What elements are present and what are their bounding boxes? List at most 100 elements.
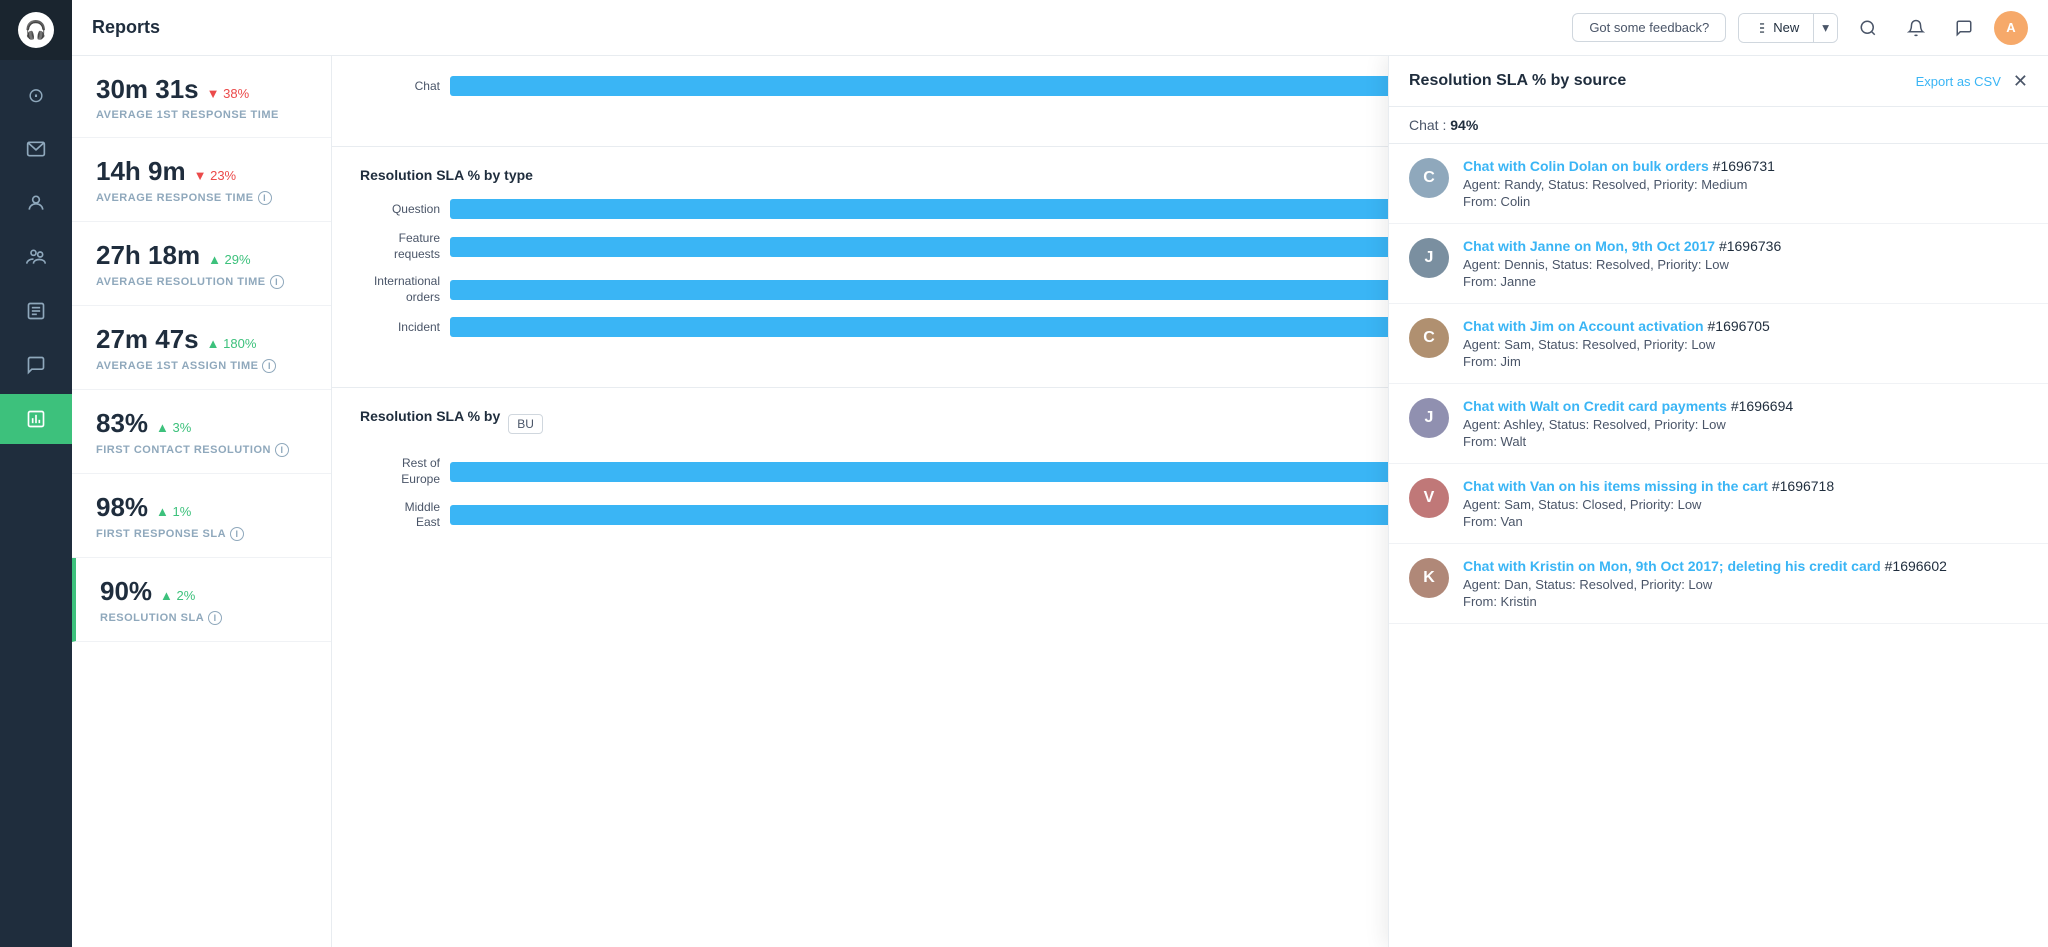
metric-change-4: ▲ 180%: [207, 336, 257, 351]
export-csv-button[interactable]: Export as CSV: [1916, 74, 2001, 89]
new-dropdown-button[interactable]: ▾: [1813, 14, 1837, 42]
chart-label-international: Internationalorders: [360, 274, 440, 305]
user-avatar[interactable]: A: [1994, 11, 2028, 45]
chat-info-4: Chat with Walt on Credit card payments #…: [1463, 398, 2028, 449]
chat-link-3[interactable]: Chat with Jim on Account activation: [1463, 318, 1704, 334]
chat-avatar-3: C: [1409, 318, 1449, 358]
metric-value-7: 90%: [100, 576, 152, 607]
chat-link-2[interactable]: Chat with Janne on Mon, 9th Oct 2017: [1463, 238, 1715, 254]
knowledge-icon: [26, 301, 46, 321]
contacts-icon: [26, 193, 46, 213]
chat-title-3: Chat with Jim on Account activation #169…: [1463, 318, 2028, 334]
chat-meta-4: Agent: Ashley, Status: Resolved, Priorit…: [1463, 417, 2028, 432]
new-btn-group: New ▾: [1738, 13, 1838, 43]
metric-avg-first-response: 30m 31s ▼ 38% AVERAGE 1ST RESPONSE TIME: [72, 56, 331, 138]
metric-avg-resolution: 27h 18m ▲ 29% AVERAGE RESOLUTION TIME i: [72, 222, 331, 306]
reports-icon: [26, 409, 46, 429]
feedback-button[interactable]: Got some feedback?: [1572, 13, 1726, 42]
chart-label-chat: Chat: [360, 79, 440, 93]
sidebar-item-reports[interactable]: [0, 394, 72, 444]
metric-change-5: ▲ 3%: [156, 420, 191, 435]
sidebar-item-contacts[interactable]: [0, 178, 72, 228]
chart-label-rest-europe: Rest ofEurope: [360, 456, 440, 487]
chat-from-5: From: Van: [1463, 514, 2028, 529]
info-icon-6: i: [230, 527, 244, 541]
metric-label-1: AVERAGE 1ST RESPONSE TIME: [96, 109, 307, 121]
chat-title-6: Chat with Kristin on Mon, 9th Oct 2017; …: [1463, 558, 2028, 574]
chat-item-3[interactable]: C Chat with Jim on Account activation #1…: [1389, 304, 2048, 384]
overlay-title: Resolution SLA % by source: [1409, 72, 1904, 90]
chat-item-6[interactable]: K Chat with Kristin on Mon, 9th Oct 2017…: [1389, 544, 2048, 624]
chart-title-bu: Resolution SLA % by: [360, 408, 500, 424]
overlay-subtitle: Chat : 94%: [1389, 107, 2048, 144]
metric-change-7: ▲ 2%: [160, 588, 195, 603]
new-button[interactable]: New: [1739, 14, 1813, 42]
chat-from-2: From: Janne: [1463, 274, 2028, 289]
chat-item-2[interactable]: J Chat with Janne on Mon, 9th Oct 2017 #…: [1389, 224, 2048, 304]
metric-value-6: 98%: [96, 492, 148, 523]
metric-value-1: 30m 31s: [96, 74, 199, 105]
bu-filter-badge[interactable]: BU: [508, 414, 543, 434]
search-button[interactable]: [1850, 10, 1886, 46]
chart-label-question: Question: [360, 202, 440, 216]
chat-from-3: From: Jim: [1463, 354, 2028, 369]
info-icon-2: i: [258, 191, 272, 205]
chat-from-4: From: Walt: [1463, 434, 2028, 449]
chat-ticket-6: #1696602: [1885, 558, 1947, 574]
compose-icon: [1753, 21, 1767, 35]
inbox-icon: [26, 139, 46, 159]
sidebar-item-home[interactable]: ⊙: [0, 70, 72, 120]
chat-meta-6: Agent: Dan, Status: Resolved, Priority: …: [1463, 577, 2028, 592]
chat-link-4[interactable]: Chat with Walt on Credit card payments: [1463, 398, 1727, 414]
chat-ticket-4: #1696694: [1731, 398, 1793, 414]
metric-label-3: AVERAGE RESOLUTION TIME i: [96, 275, 307, 289]
chat-item-1[interactable]: C Chat with Colin Dolan on bulk orders #…: [1389, 144, 2048, 224]
chat-meta-3: Agent: Sam, Status: Resolved, Priority: …: [1463, 337, 2028, 352]
info-icon-7: i: [208, 611, 222, 625]
sidebar-item-chat[interactable]: [0, 340, 72, 390]
metric-change-2: ▼ 23%: [194, 168, 237, 183]
overlay-panel: Resolution SLA % by source Export as CSV…: [1388, 56, 2048, 947]
metric-value-4: 27m 47s: [96, 324, 199, 355]
logo-icon: 🎧: [18, 12, 54, 48]
chat-from-1: From: Colin: [1463, 194, 2028, 209]
chat-link-5[interactable]: Chat with Van on his items missing in th…: [1463, 478, 1768, 494]
sidebar-logo[interactable]: 🎧: [0, 0, 72, 60]
chat-title-4: Chat with Walt on Credit card payments #…: [1463, 398, 2028, 414]
content-area: 30m 31s ▼ 38% AVERAGE 1ST RESPONSE TIME …: [72, 56, 2048, 947]
sidebar-item-knowledge[interactable]: [0, 286, 72, 336]
chat-link-6[interactable]: Chat with Kristin on Mon, 9th Oct 2017; …: [1463, 558, 1881, 574]
chat-info-2: Chat with Janne on Mon, 9th Oct 2017 #16…: [1463, 238, 2028, 289]
overlay-header: Resolution SLA % by source Export as CSV…: [1389, 56, 2048, 107]
chat-title-1: Chat with Colin Dolan on bulk orders #16…: [1463, 158, 2028, 174]
sidebar-item-inbox[interactable]: [0, 124, 72, 174]
feedback-icon-button[interactable]: [1946, 10, 1982, 46]
info-icon-5: i: [275, 443, 289, 457]
metric-first-response-sla: 98% ▲ 1% FIRST RESPONSE SLA i: [72, 474, 331, 558]
metric-label-5: FIRST CONTACT RESOLUTION i: [96, 443, 307, 457]
close-overlay-button[interactable]: ✕: [2013, 72, 2028, 90]
chat-ticket-2: #1696736: [1719, 238, 1781, 254]
sidebar-item-teams[interactable]: [0, 232, 72, 282]
metric-value-3: 27h 18m: [96, 240, 200, 271]
chat-ticket-1: #1696731: [1713, 158, 1775, 174]
metric-change-3: ▲ 29%: [208, 252, 251, 267]
chat-item-5[interactable]: V Chat with Van on his items missing in …: [1389, 464, 2048, 544]
notifications-button[interactable]: [1898, 10, 1934, 46]
metric-label-6: FIRST RESPONSE SLA i: [96, 527, 307, 541]
metric-change-1: ▼ 38%: [207, 86, 250, 101]
bell-icon: [1907, 19, 1925, 37]
overlay-subtitle-prefix: Chat : 94%: [1409, 117, 1478, 133]
sidebar: 🎧 ⊙: [0, 0, 72, 947]
chat-icon: [26, 355, 46, 375]
chat-meta-2: Agent: Dennis, Status: Resolved, Priorit…: [1463, 257, 2028, 272]
metric-avg-response: 14h 9m ▼ 23% AVERAGE RESPONSE TIME i: [72, 138, 331, 222]
metric-value-5: 83%: [96, 408, 148, 439]
metric-avg-first-assign: 27m 47s ▲ 180% AVERAGE 1ST ASSIGN TIME i: [72, 306, 331, 390]
main-wrapper: Reports Got some feedback? New ▾ A 30m 3: [72, 0, 2048, 947]
metric-label-7: RESOLUTION SLA i: [100, 611, 307, 625]
chat-item-4[interactable]: J Chat with Walt on Credit card payments…: [1389, 384, 2048, 464]
chat-meta-1: Agent: Randy, Status: Resolved, Priority…: [1463, 177, 2028, 192]
chat-link-1[interactable]: Chat with Colin Dolan on bulk orders: [1463, 158, 1709, 174]
metric-resolution-sla: 90% ▲ 2% RESOLUTION SLA i: [72, 558, 331, 642]
